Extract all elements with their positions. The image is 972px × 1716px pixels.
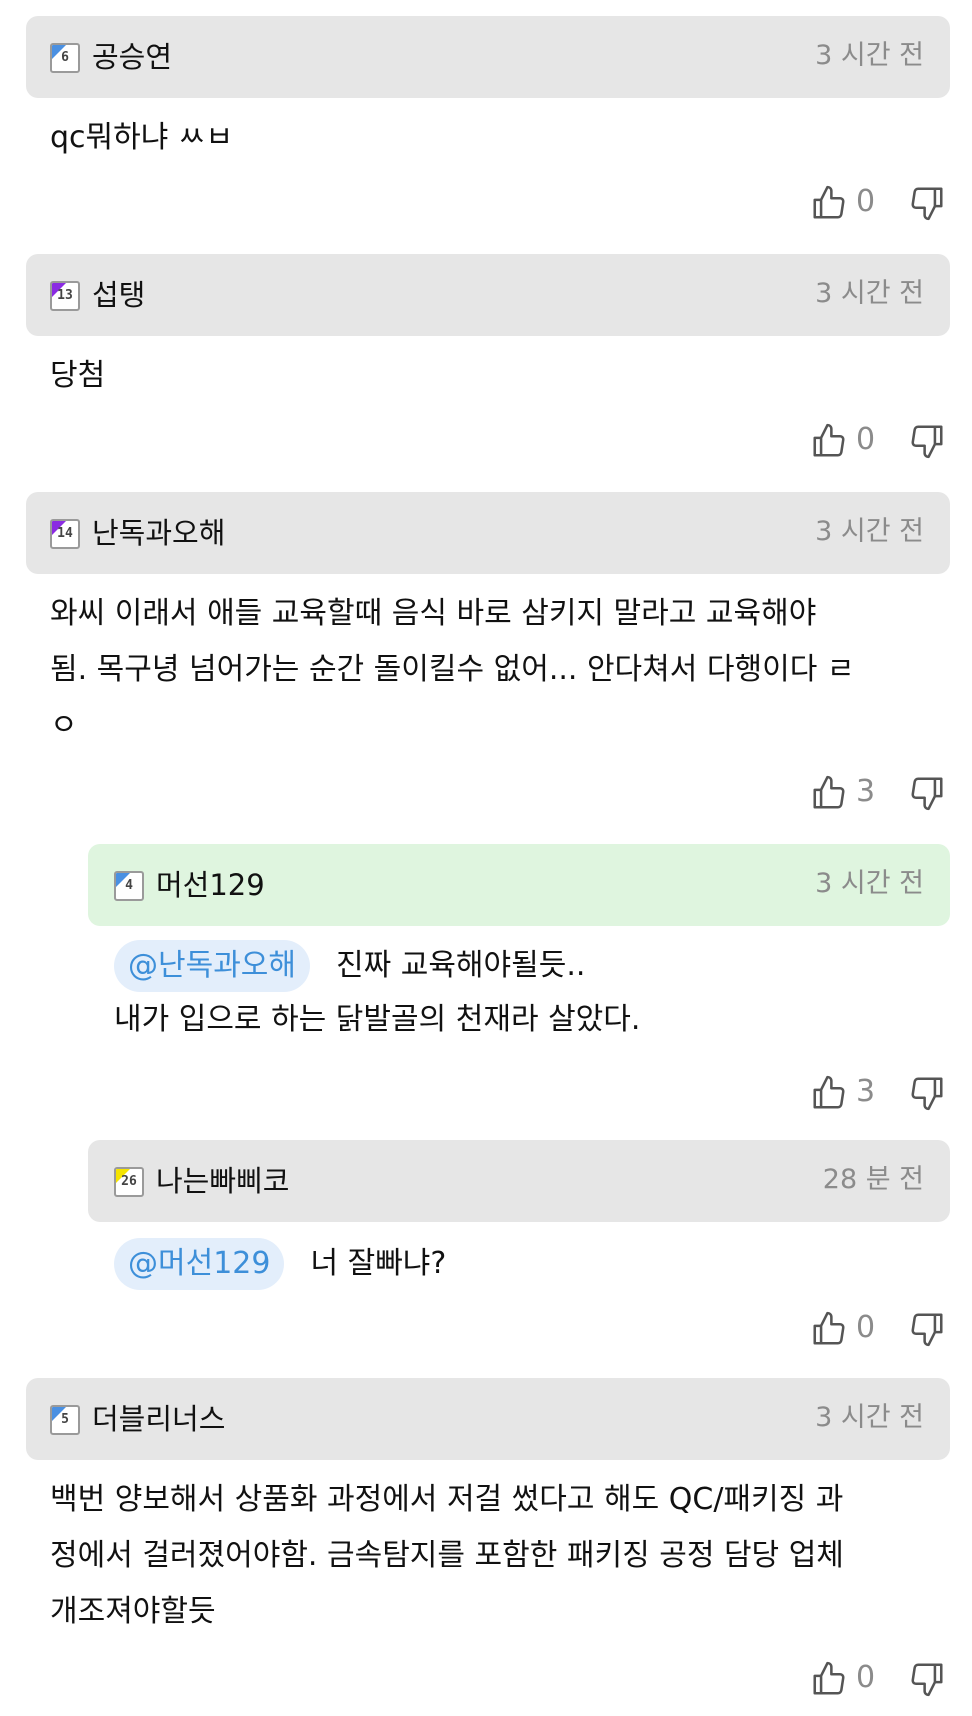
timestamp: 3 시간 전: [815, 1402, 924, 1433]
reply-text-line1: 너 잘빠냐?: [310, 1246, 447, 1281]
like-count: 3: [856, 1074, 876, 1109]
reply-line: @난독과오해 진짜 교육해야될듯..: [114, 938, 640, 994]
comment-header: 14 난독과오해 3 시간 전: [26, 492, 950, 574]
vote-bar: 0: [810, 178, 950, 228]
level-badge: 13: [50, 281, 80, 311]
username[interactable]: 공승연: [92, 34, 172, 80]
like-count: 0: [856, 184, 876, 219]
vote-bar: 3: [810, 1068, 950, 1118]
thumbs-up-icon[interactable]: [810, 1310, 848, 1348]
reply-line: 내가 입으로 하는 닭발골의 천재라 살았다.: [114, 992, 640, 1048]
level-number: 6: [61, 50, 69, 65]
comment-text: qc뭐하냐 ㅆㅂ: [50, 120, 234, 155]
vote-bar: 0: [810, 1654, 950, 1704]
timestamp: 3 시간 전: [815, 868, 924, 899]
username[interactable]: 나는빠삐코: [156, 1158, 289, 1204]
like-count: 0: [856, 422, 876, 457]
thumbs-up-icon[interactable]: [810, 774, 848, 812]
thumbs-up-icon[interactable]: [810, 1660, 848, 1698]
reply-header: 4 머선129 3 시간 전: [88, 844, 950, 926]
level-number: 13: [57, 288, 73, 303]
vote-bar: 0: [810, 416, 950, 466]
thumbs-down-icon[interactable]: [908, 1660, 946, 1698]
vote-bar: 0: [810, 1304, 950, 1354]
mention-tag[interactable]: @머선129: [114, 1238, 285, 1290]
reply-header: 26 나는빠삐코 28 분 전: [88, 1140, 950, 1222]
username[interactable]: 더블리너스: [92, 1396, 225, 1442]
comment-text: 와씨 이래서 애들 교육할때 음식 바로 삼키지 말라고 교육해야 됨. 목구녕…: [50, 596, 855, 743]
thumbs-down-icon[interactable]: [908, 774, 946, 812]
reply-text: @난독과오해 진짜 교육해야될듯.. 내가 입으로 하는 닭발골의 천재라 살았다…: [114, 938, 640, 1048]
mention-tag[interactable]: @난독과오해: [114, 940, 310, 992]
thumbs-down-icon[interactable]: [908, 184, 946, 222]
reply-line: @머선129 너 잘빠냐?: [114, 1236, 446, 1292]
comment-header: 6 공승연 3 시간 전: [26, 16, 950, 98]
thumbs-up-icon[interactable]: [810, 422, 848, 460]
thumbs-down-icon[interactable]: [908, 422, 946, 460]
level-badge: 6: [50, 43, 80, 73]
username[interactable]: 난독과오해: [92, 510, 225, 556]
like-count: 0: [856, 1660, 876, 1695]
level-number: 4: [125, 878, 133, 893]
timestamp: 3 시간 전: [815, 40, 924, 71]
thumbs-up-icon[interactable]: [810, 184, 848, 222]
thumbs-up-icon[interactable]: [810, 1074, 848, 1112]
comment-text: 당첨: [50, 358, 106, 393]
reply-text-line1: 진짜 교육해야될듯..: [336, 948, 586, 983]
timestamp: 3 시간 전: [815, 516, 924, 547]
like-count: 3: [856, 774, 876, 809]
comment-text: 백번 양보해서 상품화 과정에서 저걸 썼다고 해도 QC/패키징 과 정에서 …: [50, 1482, 844, 1629]
username[interactable]: 섭탱: [92, 272, 145, 318]
reply-text-line2: 내가 입으로 하는 닭발골의 천재라 살았다.: [114, 1002, 641, 1037]
timestamp: 3 시간 전: [815, 278, 924, 309]
level-number: 14: [57, 526, 73, 541]
level-badge: 5: [50, 1405, 80, 1435]
level-number: 5: [61, 1412, 69, 1427]
reply-text: @머선129 너 잘빠냐?: [114, 1236, 446, 1292]
thumbs-down-icon[interactable]: [908, 1074, 946, 1112]
comment-header: 5 더블리너스 3 시간 전: [26, 1378, 950, 1460]
thumbs-down-icon[interactable]: [908, 1310, 946, 1348]
level-badge: 26: [114, 1167, 144, 1197]
comment-header: 13 섭탱 3 시간 전: [26, 254, 950, 336]
username[interactable]: 머선129: [156, 862, 265, 908]
vote-bar: 3: [810, 768, 950, 818]
level-badge: 4: [114, 871, 144, 901]
like-count: 0: [856, 1310, 876, 1345]
timestamp: 28 분 전: [822, 1164, 924, 1195]
level-badge: 14: [50, 519, 80, 549]
level-number: 26: [121, 1174, 137, 1189]
